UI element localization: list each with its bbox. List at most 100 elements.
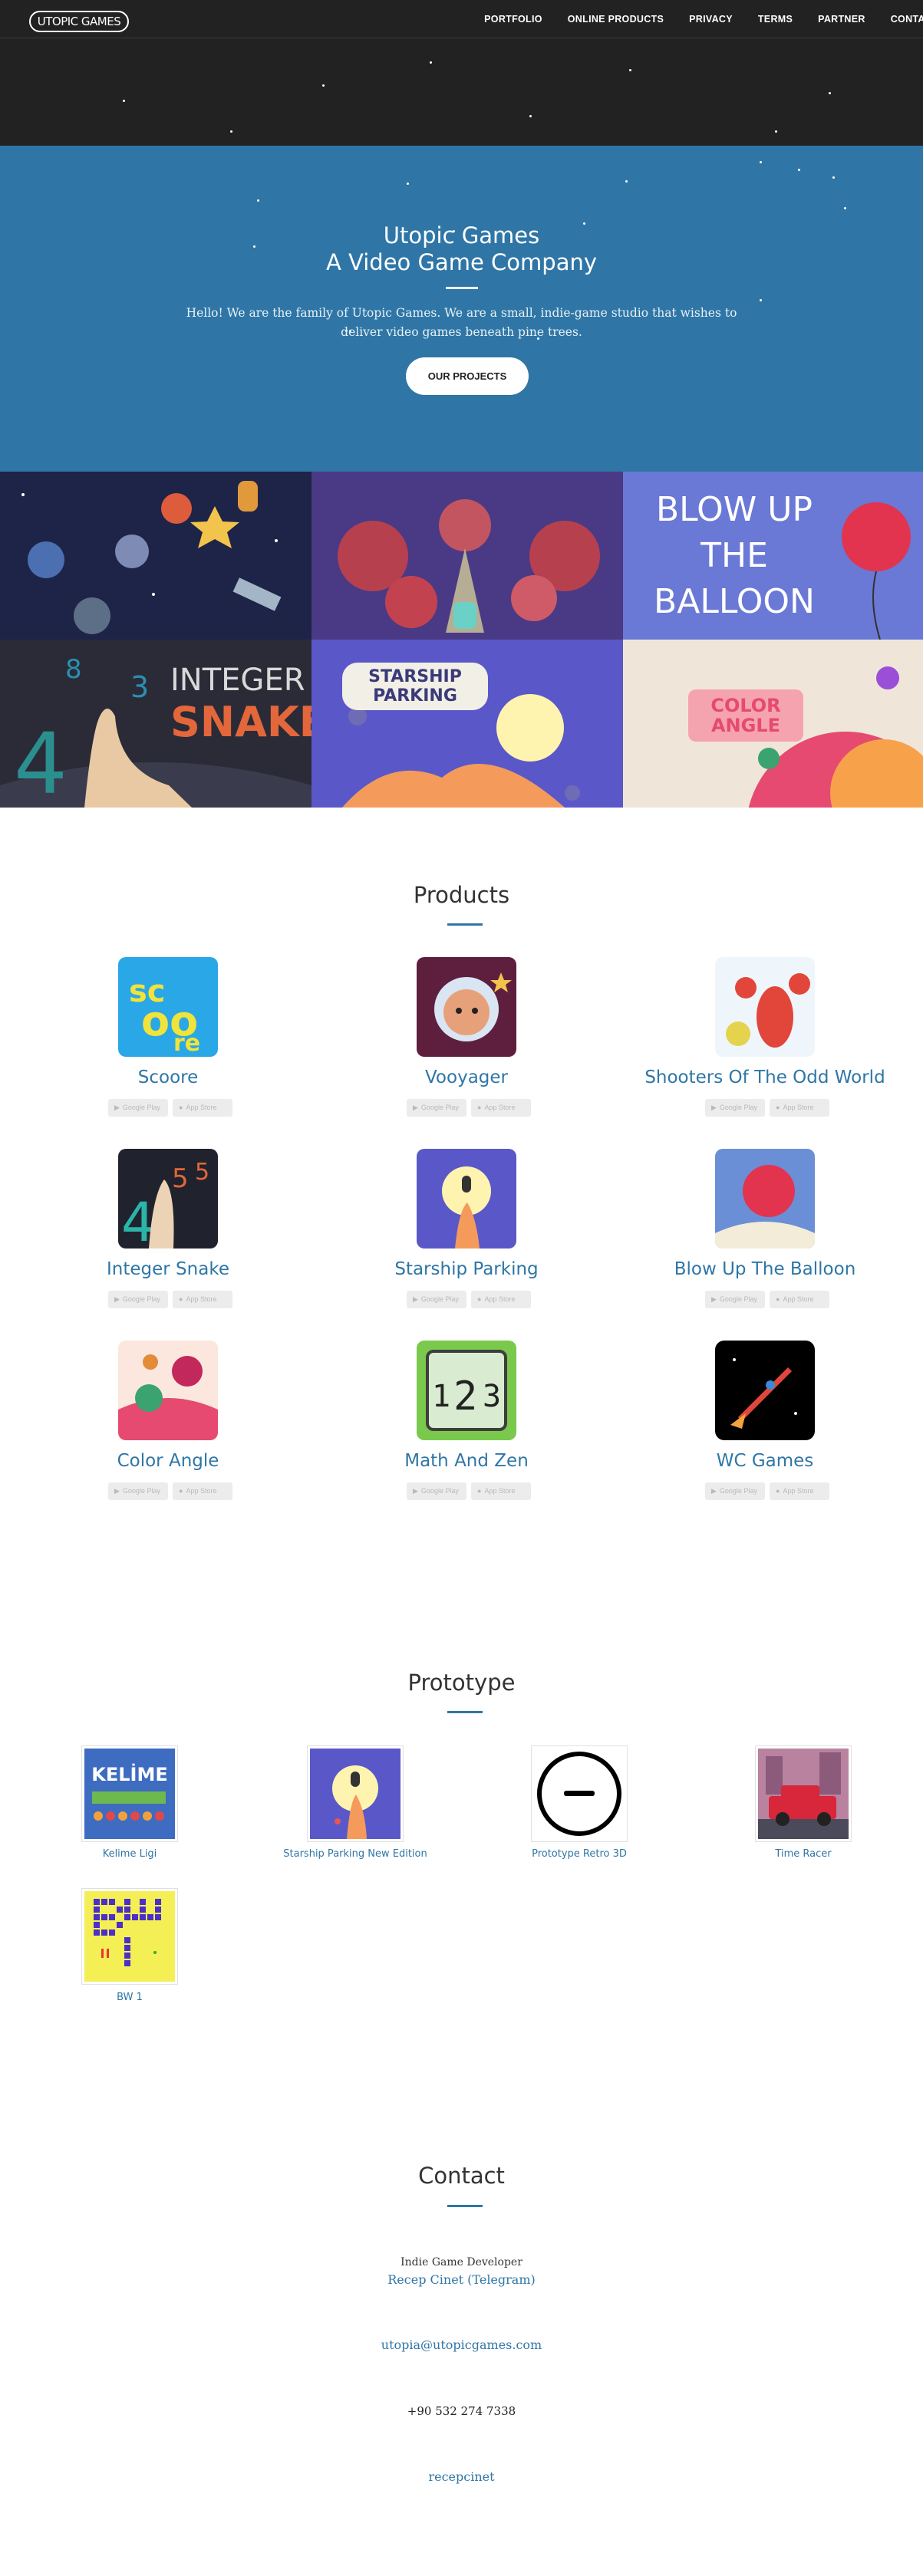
product-icon-5[interactable] (715, 1149, 815, 1249)
portfolio-tile-monsters[interactable] (312, 472, 623, 640)
vooyager-icon (417, 957, 516, 1057)
prototype-name-retro-3d[interactable]: Prototype Retro 3D (480, 1848, 679, 1860)
app-store-label: App Store (783, 1295, 814, 1303)
contact-phone: +90 532 274 7338 (407, 2404, 516, 2418)
product-name[interactable]: Math And Zen (317, 1451, 616, 1471)
contact-divider (447, 2205, 483, 2207)
google-play-button[interactable]: ▶ Google Play (108, 1291, 168, 1308)
product-name[interactable]: Blow Up The Balloon (615, 1259, 915, 1279)
our-projects-button[interactable]: OUR PROJECTS (406, 357, 529, 395)
product-icon-8[interactable] (715, 1341, 815, 1440)
apple-icon: ● (477, 1295, 482, 1303)
nav-portfolio[interactable]: PORTFOLIO (484, 14, 542, 25)
product-icon-3[interactable]: 455 (118, 1149, 218, 1249)
google-play-button[interactable]: ▶ Google Play (407, 1291, 466, 1308)
product-name[interactable]: Starship Parking (317, 1259, 616, 1279)
google-play-label: Google Play (420, 1104, 459, 1111)
portfolio-tile-integer-snake[interactable]: 4 8 3 1 INTEGER SNAKE (0, 640, 312, 808)
google-play-button[interactable]: ▶ Google Play (108, 1482, 168, 1500)
google-play-icon: ▶ (413, 1295, 418, 1303)
svg-text:4: 4 (14, 715, 68, 808)
google-play-button[interactable]: ▶ Google Play (705, 1291, 765, 1308)
product-icon-2[interactable] (715, 957, 815, 1057)
pixel-grid-icon (94, 1899, 161, 1966)
svg-text:2: 2 (453, 1374, 477, 1420)
app-store-button[interactable]: ● App Store (471, 1291, 531, 1308)
product-icon-4[interactable] (417, 1149, 516, 1249)
product-name[interactable]: Integer Snake (18, 1259, 318, 1279)
rocket-icon (715, 1341, 815, 1440)
google-play-icon: ▶ (711, 1487, 717, 1495)
site-logo[interactable]: UTOPIC GAMES (29, 11, 129, 32)
prototype-divider (447, 1711, 483, 1713)
minus-circle-icon (537, 1752, 621, 1836)
google-play-button[interactable]: ▶ Google Play (407, 1099, 466, 1117)
apple-icon: ● (776, 1295, 780, 1303)
product-icon-7[interactable]: 123 (417, 1341, 516, 1440)
google-play-label: Google Play (122, 1487, 160, 1495)
crab-icon (715, 957, 815, 1057)
product-name[interactable]: WC Games (615, 1451, 915, 1471)
prototype-card-starship-new[interactable] (307, 1745, 404, 1842)
app-store-button[interactable]: ● App Store (770, 1291, 829, 1308)
color-angle-tile-title: COLOR ANGLE (688, 689, 803, 742)
prototype-name-bw1[interactable]: BW 1 (30, 1992, 229, 2003)
portfolio-tile-color-angle[interactable]: COLOR ANGLE (623, 640, 923, 808)
math-and-zen-icon: 123 (417, 1341, 516, 1440)
app-store-label: App Store (783, 1487, 814, 1495)
google-play-icon: ▶ (114, 1104, 120, 1111)
starship-parking-icon (417, 1149, 516, 1249)
app-store-button[interactable]: ● App Store (173, 1099, 232, 1117)
google-play-icon: ▶ (711, 1295, 717, 1303)
product-icon-1[interactable] (417, 957, 516, 1057)
top-navbar: UTOPIC GAMES PORTFOLIO ONLINE PRODUCTS P… (0, 0, 923, 38)
contact-title: Contact (418, 2163, 505, 2189)
app-store-button[interactable]: ● App Store (173, 1291, 232, 1308)
google-play-label: Google Play (719, 1487, 757, 1495)
nav-contact[interactable]: CONTACT (891, 14, 923, 25)
svg-text:3: 3 (483, 1379, 501, 1414)
svg-text:3: 3 (130, 670, 149, 704)
product-icon-0[interactable]: sc oo re (118, 957, 218, 1057)
kelime-ligi-icon: KELİME (91, 1764, 168, 1785)
google-play-label: Google Play (719, 1104, 757, 1111)
hero-title: Utopic Games A Video Game Company (0, 222, 923, 276)
google-play-icon: ▶ (413, 1487, 418, 1495)
app-store-button[interactable]: ● App Store (471, 1482, 531, 1500)
products-divider (447, 923, 483, 926)
prototype-card-bw1[interactable] (81, 1888, 178, 1985)
prototype-name-time-racer[interactable]: Time Racer (704, 1848, 903, 1860)
nav-partner[interactable]: PARTNER (818, 14, 865, 25)
portfolio-tile-space[interactable] (0, 472, 312, 640)
app-store-button[interactable]: ● App Store (770, 1099, 829, 1117)
google-play-button[interactable]: ▶ Google Play (705, 1099, 765, 1117)
balloon-tile-title: BLOW UP THE BALLOON (654, 490, 815, 621)
contact-handle-link[interactable]: recepcinet (0, 2469, 923, 2484)
app-store-button[interactable]: ● App Store (173, 1482, 232, 1500)
product-icon-6[interactable] (118, 1341, 218, 1440)
contact-email-link[interactable]: utopia@utopicgames.com (0, 2337, 923, 2352)
nav-online-products[interactable]: ONLINE PRODUCTS (568, 14, 664, 25)
product-name[interactable]: Color Angle (18, 1451, 318, 1471)
prototype-name-kelime-ligi[interactable]: Kelime Ligi (30, 1848, 229, 1860)
portfolio-tile-starship-parking[interactable]: STARSHIP PARKING (312, 640, 623, 808)
app-store-button[interactable]: ● App Store (770, 1482, 829, 1500)
product-name[interactable]: Shooters Of The Odd World (615, 1068, 915, 1087)
app-store-label: App Store (186, 1295, 217, 1303)
product-name[interactable]: Scoore (18, 1068, 318, 1087)
product-name[interactable]: Vooyager (317, 1068, 616, 1087)
prototype-card-time-racer[interactable] (755, 1745, 852, 1842)
prototype-card-retro-3d[interactable] (531, 1745, 628, 1842)
google-play-button[interactable]: ▶ Google Play (108, 1099, 168, 1117)
nav-privacy[interactable]: PRIVACY (689, 14, 733, 25)
prototype-name-starship-new[interactable]: Starship Parking New Edition (255, 1848, 455, 1860)
app-store-button[interactable]: ● App Store (471, 1099, 531, 1117)
scoore-icon: scoore (118, 957, 218, 1057)
contact-telegram-link[interactable]: Recep Cinet (Telegram) (0, 2272, 923, 2287)
google-play-button[interactable]: ▶ Google Play (705, 1482, 765, 1500)
products-title: Products (413, 882, 510, 908)
portfolio-tile-balloon[interactable]: BLOW UP THE BALLOON (623, 472, 923, 640)
prototype-card-kelime-ligi[interactable]: KELİME (81, 1745, 178, 1842)
google-play-button[interactable]: ▶ Google Play (407, 1482, 466, 1500)
nav-terms[interactable]: TERMS (758, 14, 793, 25)
